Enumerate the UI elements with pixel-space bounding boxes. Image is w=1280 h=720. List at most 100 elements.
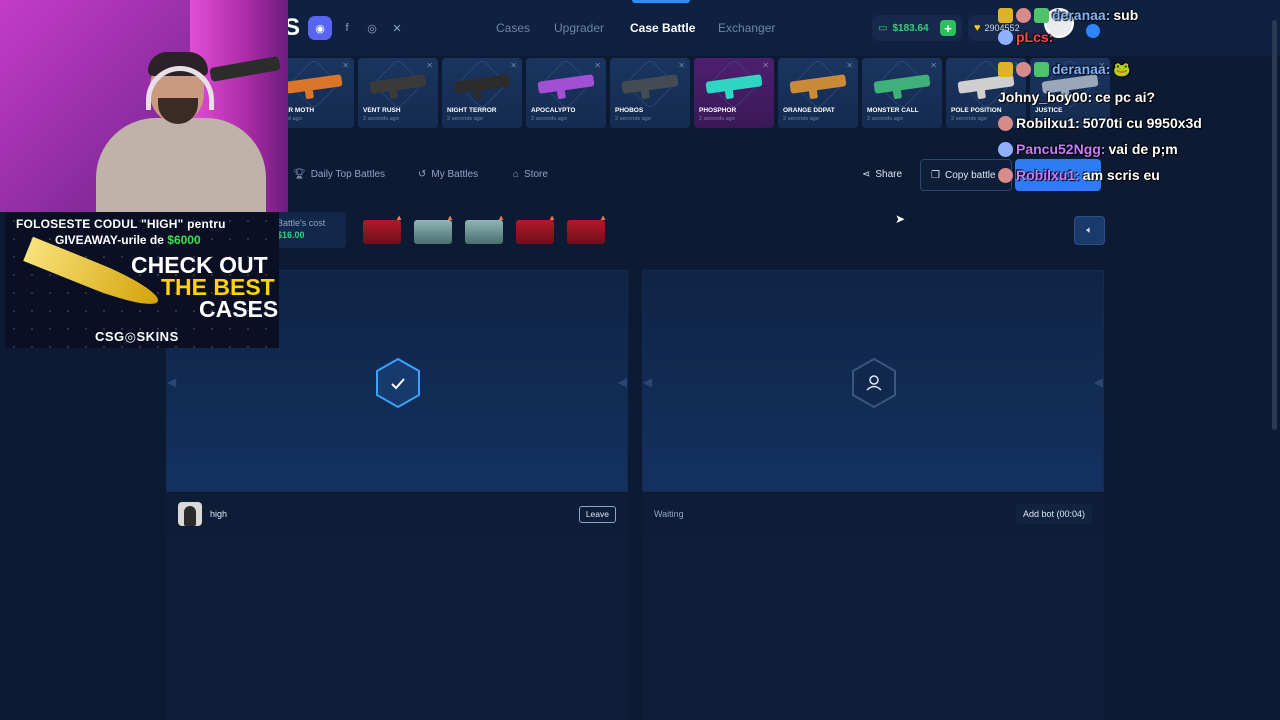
promo-giveaway-prefix: GIVEAWAY-urile de [55,233,168,247]
daily-top-battles-link[interactable]: 🏆︎ Daily Top Battles [293,169,385,180]
case-mini-icon: ✕ [678,61,685,70]
nav-case-battle[interactable]: Case Battle [630,21,695,35]
drop-name: VENT RUSH [363,107,401,114]
level-up-icon: ▲ [497,213,505,222]
drop-card[interactable]: ✕ PHOBOS 2 seconds ago [610,58,690,128]
chat-text: 5070ti cu 9950x3d [1082,115,1202,131]
empty-player-icon [850,357,898,409]
promo-code-text: FOLOSESTE CODUL "HIGH" pentru [16,217,226,231]
balance-amount: $183.64 [892,22,929,34]
chat-text: vai de p;m [1108,141,1178,157]
player2-row: Waiting Add bot (00:04) [642,494,1104,534]
chat-badge-icon [1016,61,1031,77]
arrow-right-icon: ◀ [617,375,627,389]
chat-username: Johny_boy00: [998,89,1093,105]
nav-upgrader[interactable]: Upgrader [554,21,604,35]
ready-check-icon [374,357,422,409]
drop-time: 2 seconds ago [615,116,651,122]
facebook-icon[interactable]: f [337,18,357,38]
instagram-icon[interactable]: ◎ [362,18,382,38]
chat-message: deranaa: 🐸 [998,58,1131,80]
case-mini-icon: ✕ [846,61,853,70]
share-icon: ⋖ [862,169,871,180]
case-mini-icon: ✕ [426,61,433,70]
drop-time: 2 seconds ago [699,116,735,122]
battle-case[interactable]: ▲ [516,213,556,244]
drop-name: ORANGE DDPAT [783,107,835,114]
discord-icon[interactable]: ◉ [308,16,332,40]
nav-exchanger[interactable]: Exchanger [718,21,775,35]
drop-card[interactable]: ✕ MONSTER CALL 2 seconds ago [862,58,942,128]
promo-giveaway-amount: $6000 [167,233,201,247]
battle-case[interactable]: ▲ [567,213,607,244]
drop-name: NIGHT TERROR [447,107,497,114]
chat-text: sub [1113,7,1139,23]
drop-time: 2 seconds ago [783,116,819,122]
streamer-webcam [0,0,288,212]
battle-case[interactable]: ▲ [414,213,454,244]
drop-card[interactable]: ✕ ORANGE DDPAT 2 seconds ago [778,58,858,128]
arrow-left-icon: ◀ [167,375,177,389]
waiting-label: Waiting [654,509,684,519]
deposit-button[interactable]: + [940,20,956,36]
sound-toggle-button[interactable]: 🔈︎ [1074,216,1105,245]
chat-text: ce pc ai? [1095,89,1156,105]
leave-button[interactable]: Leave [578,505,616,523]
chat-text: 🐸 [1113,60,1131,77]
case-mini-icon: ✕ [762,61,769,70]
chat-badge-icon [998,61,1013,77]
drop-card[interactable]: ✕ VENT RUSH 2 seconds ago [358,58,438,128]
drop-time: 2 seconds ago [867,116,903,122]
player2-slot: ◀ ◀ [642,270,1104,492]
trophy-icon: 🏆︎ [293,169,306,180]
promo-brand-logo: CSG◎SKINS [95,329,179,344]
player1-drops-panel [166,534,628,720]
balance-display[interactable]: ▭ $183.64 + [872,15,962,41]
battle-cost-value: $16.00 [277,230,305,240]
chat-username: Robilxu1: [1016,115,1080,131]
level-up-icon: ▲ [599,213,607,222]
active-nav-indicator [632,0,690,3]
speaker-icon: 🔈︎ [1086,225,1093,236]
drop-card[interactable]: ✕ NIGHT TERROR 2 seconds ago [442,58,522,128]
drop-name: PHOBOS [615,107,644,114]
chat-username: deranaa: [1052,61,1111,77]
level-up-icon: ▲ [548,213,556,222]
chat-badge-icon [1034,61,1049,77]
chat-message: Robilxu1: 5070ti cu 9950x3d [998,112,1202,134]
battle-cost-label: Battle's cost [277,218,326,228]
level-up-icon: ▲ [446,213,454,222]
basket-icon: ⌂ [513,169,520,180]
chat-badge-icon [1034,7,1049,23]
drop-card[interactable]: ✕ APOCALYPTO 2 seconds ago [526,58,606,128]
drop-card[interactable]: ✕ PHOSPHOR 2 seconds ago [694,58,774,128]
battle-case[interactable]: ▲ [363,213,403,244]
chat-message: pLcs: [998,26,1056,48]
store-link[interactable]: ⌂ Store [513,169,548,180]
history-icon: ↺ [418,169,427,180]
my-battles-link[interactable]: ↺ My Battles [418,169,478,180]
x-twitter-icon[interactable]: ✕ [387,18,407,38]
case-mini-icon: ✕ [510,61,517,70]
add-bot-button[interactable]: Add bot (00:04) [1015,504,1092,524]
case-mini-icon: ✕ [930,61,937,70]
arrow-right-icon: ◀ [1093,375,1103,389]
share-button[interactable]: ⋖ Share [862,169,902,180]
level-up-icon: ▲ [395,213,403,222]
chat-badge-icon [998,29,1013,45]
drop-time: 2 seconds ago [951,116,987,122]
chat-badge-icon [998,7,1013,23]
promo-banner: FOLOSESTE CODUL "HIGH" pentru GIVEAWAY-u… [5,212,279,348]
case-mini-icon: ✕ [342,61,349,70]
chat-message: Johny_boy00: ce pc ai? [998,86,1155,108]
promo-headline-3: CASES [199,296,279,322]
battle-case[interactable]: ▲ [465,213,505,244]
chat-username: Robilxu1: [1016,167,1080,183]
promo-giveaway-text: GIVEAWAY-urile de $6000 [55,233,201,247]
chat-message: deranaa: sub [998,4,1138,26]
drop-name: MONSTER CALL [867,107,919,114]
drop-name: POLE POSITION [951,107,1002,114]
copy-battle-label: Copy battle [944,169,996,181]
player1-avatar [178,502,202,526]
nav-cases[interactable]: Cases [496,21,530,35]
